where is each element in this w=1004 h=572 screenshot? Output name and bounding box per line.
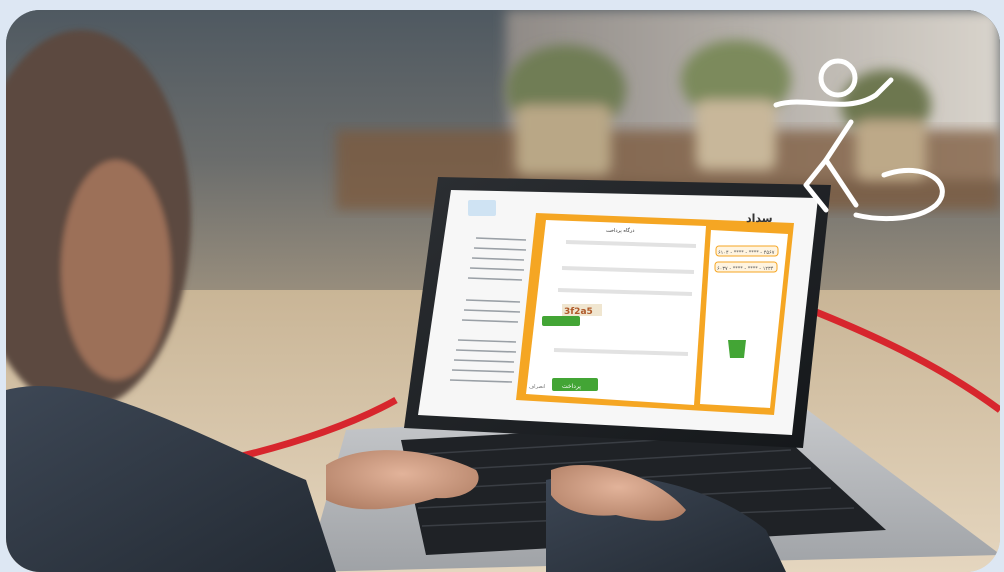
photo-scene: ۶۱۰۴ - **** - **** - ۴۵۶۷ ۶۰۳۷ - **** - … [6,10,1000,572]
card-masked-2: ۶۰۳۷ - **** - **** - ۱۲۳۴ [717,266,774,272]
cancel-link[interactable]: انصراف [529,384,545,390]
card-masked-1: ۶۱۰۴ - **** - **** - ۴۵۶۷ [718,250,775,256]
sadad-logo: سداد [746,212,773,225]
screen-logo-badge [468,200,496,216]
frame: ۶۱۰۴ - **** - **** - ۴۵۶۷ ۶۰۳۷ - **** - … [0,0,1004,572]
captcha-code: 3f2a5 [564,307,593,317]
gateway-title: درگاه پرداخت [606,227,635,234]
pay-button-label: پرداخت [562,383,581,390]
refresh-captcha-button[interactable] [542,316,580,326]
shopping-bag-icon [728,340,746,358]
gateway-form [526,220,706,405]
photo: ۶۱۰۴ - **** - **** - ۴۵۶۷ ۶۰۳۷ - **** - … [6,10,1000,572]
